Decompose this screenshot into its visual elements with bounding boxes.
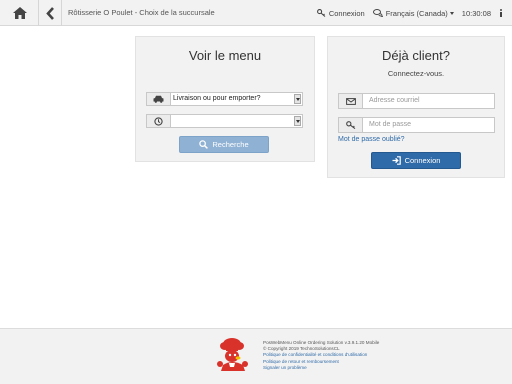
order-type-label: Livraison ou pour emporter? bbox=[173, 95, 261, 102]
login-button[interactable]: Connexion bbox=[371, 152, 461, 169]
search-button[interactable]: Recherche bbox=[179, 136, 269, 153]
page-title: Rôtisserie O Poulet - Choix de la succur… bbox=[68, 8, 215, 17]
client-panel-subtitle: Connectez-vous. bbox=[387, 69, 445, 78]
login-link[interactable]: Connexion bbox=[316, 8, 365, 18]
search-icon bbox=[199, 140, 209, 149]
email-input[interactable]: Adresse courriel bbox=[363, 94, 494, 108]
login-link-label: Connexion bbox=[328, 8, 365, 18]
footer bbox=[0, 328, 512, 384]
chevron-left-icon bbox=[45, 6, 54, 20]
password-input[interactable]: Mot de passe bbox=[363, 118, 494, 132]
sign-in-icon bbox=[392, 156, 401, 165]
key-icon bbox=[316, 9, 326, 17]
forgot-password-link[interactable]: Mot de passe oublié? bbox=[338, 136, 405, 143]
login-button-label: Connexion bbox=[404, 156, 441, 165]
language-label: Français (Canada) bbox=[385, 8, 448, 18]
privacy-link[interactable]: Politique de confidentialité et conditio… bbox=[263, 352, 379, 358]
home-icon bbox=[13, 7, 27, 19]
back-button[interactable] bbox=[38, 0, 62, 26]
envelope-icon bbox=[345, 97, 356, 105]
info-button[interactable] bbox=[499, 9, 506, 17]
email-field[interactable]: Adresse courriel bbox=[338, 93, 495, 109]
select-arrow-icon bbox=[294, 116, 301, 126]
top-bar: Rôtisserie O Poulet - Choix de la succur… bbox=[0, 0, 512, 26]
car-addon bbox=[147, 93, 171, 105]
clock-addon bbox=[147, 115, 171, 127]
language-selector[interactable]: Français (Canada) bbox=[372, 8, 454, 18]
password-field[interactable]: Mot de passe bbox=[338, 117, 495, 133]
key-icon bbox=[345, 121, 355, 129]
order-type-value[interactable]: Livraison ou pour emporter? bbox=[171, 93, 302, 105]
email-addon bbox=[339, 94, 363, 108]
top-bar-right: Connexion Français (Canada) 10:30:08 bbox=[309, 0, 506, 26]
time-value[interactable] bbox=[171, 115, 302, 127]
password-addon bbox=[339, 118, 363, 132]
home-button[interactable] bbox=[4, 0, 36, 26]
time-select[interactable] bbox=[146, 114, 303, 128]
chevron-down-icon bbox=[449, 11, 454, 15]
client-panel-title: Déjà client? bbox=[382, 48, 450, 63]
car-icon bbox=[153, 95, 164, 103]
clock-icon bbox=[154, 116, 163, 126]
select-arrow-icon bbox=[294, 94, 301, 104]
report-problem-link[interactable]: Signaler un problème bbox=[263, 365, 379, 371]
comments-icon bbox=[372, 9, 383, 17]
footer-text: PosWebMenu Online Ordering Solution v.3.… bbox=[263, 340, 379, 371]
search-button-label: Recherche bbox=[212, 140, 249, 149]
clock-display: 10:30:08 bbox=[461, 8, 491, 18]
chef-logo-icon bbox=[217, 338, 248, 371]
order-type-select[interactable]: Livraison ou pour emporter? bbox=[146, 92, 303, 106]
menu-panel-title: Voir le menu bbox=[188, 48, 262, 63]
info-icon bbox=[500, 9, 502, 17]
